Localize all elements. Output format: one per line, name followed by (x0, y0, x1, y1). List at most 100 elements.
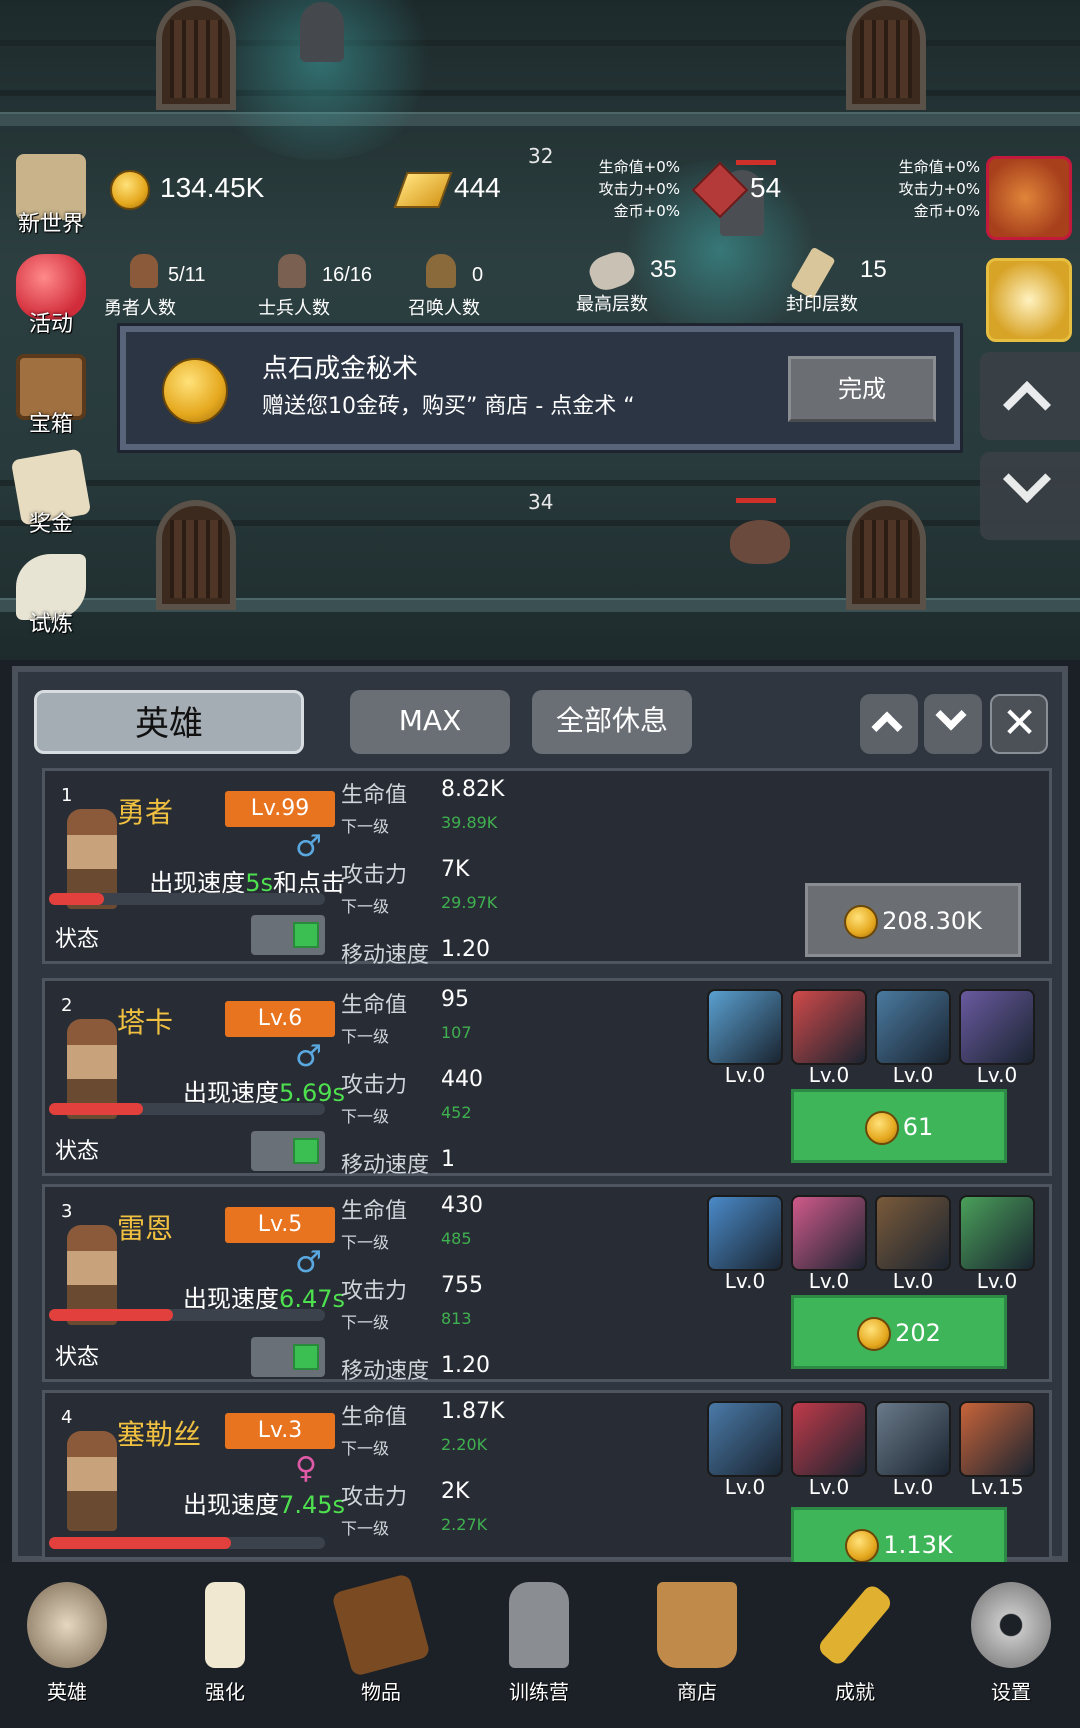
next-level-label: 下一级 (341, 897, 390, 916)
hero-card[interactable]: 4 塞勒丝 Lv.3 ♀ 出现速度7.45s 生命值 1.87K 下一级 2.20K 攻击力 2K 下… (42, 1390, 1052, 1581)
hp-next-value: 107 (441, 1023, 472, 1042)
side-menu-trial[interactable]: 试炼 (6, 550, 96, 637)
soldier-head-icon (278, 254, 306, 288)
skill-icon[interactable] (959, 989, 1035, 1065)
nav-settings[interactable]: 设置 (946, 1572, 1076, 1722)
gold-coin-icon (844, 905, 879, 939)
dungeon-door (156, 0, 236, 110)
gear-icon (971, 1582, 1051, 1668)
upgrade-button[interactable]: 61 (791, 1089, 1007, 1163)
scroll-down-button[interactable] (980, 452, 1080, 540)
upgrade-button[interactable]: 208.30K (805, 883, 1021, 957)
rest-all-button[interactable]: 全部休息 (532, 690, 692, 754)
skill-level: Lv.15 (970, 1475, 1024, 1499)
hp-label: 生命值 (341, 993, 408, 1018)
gold-bar-amount: 444 (454, 172, 501, 203)
max-button[interactable]: MAX (350, 690, 510, 754)
skill-icon[interactable] (875, 1195, 951, 1271)
gender-icon: ♂ (295, 829, 322, 864)
beer-mug-icon (657, 1582, 737, 1668)
enemy-hp-bar (736, 498, 776, 503)
skill-level: Lv.0 (976, 1063, 1018, 1087)
next-level-label: 下一级 (341, 817, 390, 836)
bonus-stats-right: 生命值+0% 攻击力+0% 金币+0% (898, 158, 980, 220)
skill-icon[interactable] (707, 989, 783, 1065)
floor-number: 34 (528, 490, 554, 514)
skill-level: Lv.0 (808, 1063, 850, 1087)
hp-value: 8.82K (441, 777, 505, 802)
skill-icon[interactable] (707, 1195, 783, 1271)
side-menu-events[interactable]: 活动 (6, 250, 96, 337)
hero-portrait: 4 塞勒丝 Lv.3 ♀ 出现速度7.45s (53, 1401, 349, 1531)
move-speed-label: 移动速度 (341, 943, 430, 968)
side-menu-chest[interactable]: 宝箱 (6, 350, 96, 437)
nav-training-camp[interactable]: 训练营 (474, 1572, 604, 1722)
atk-next-value: 29.97K (441, 893, 498, 912)
move-speed-label: 移动速度 (341, 1359, 430, 1384)
skill-level: Lv.0 (724, 1475, 766, 1499)
skill-level: Lv.0 (892, 1269, 934, 1293)
gold-coin-icon (857, 1317, 892, 1351)
gold-amount: 134.45K (160, 172, 265, 203)
tab-heroes[interactable]: 英雄 (34, 690, 304, 754)
nav-heroes[interactable]: 英雄 (2, 1572, 132, 1722)
atk-label: 攻击力 (341, 863, 408, 888)
nav-shop[interactable]: 商店 (632, 1572, 762, 1722)
skill-level: Lv.0 (892, 1063, 934, 1087)
nav-achievements[interactable]: 成就 (790, 1572, 920, 1722)
hero-name: 塔卡 (117, 1006, 174, 1039)
gold-coin-icon (864, 1111, 899, 1145)
skill-icon[interactable] (875, 989, 951, 1065)
skill-icon[interactable] (707, 1401, 783, 1477)
hero-hp-fill (49, 1537, 232, 1549)
hero-card[interactable]: 2 塔卡 Lv.6 ♂ 出现速度5.69s 状态 生命值 95 下一级 107 攻击力 440 下一级 4… (42, 978, 1052, 1178)
skill-icon[interactable] (959, 1195, 1035, 1271)
summon-count: 0 (472, 264, 484, 286)
status-toggle[interactable] (251, 915, 325, 955)
ghost-enemy-icon[interactable] (300, 2, 344, 62)
hero-index: 1 (61, 785, 73, 806)
move-speed-value: 1 (441, 1147, 455, 1172)
apple-item-icon[interactable] (986, 156, 1072, 240)
chevron-down-icon (1002, 454, 1052, 504)
soldier-count-label: 士兵人数 (258, 298, 330, 318)
quest-complete-button[interactable]: 完成 (788, 356, 936, 422)
next-level-label: 下一级 (341, 1313, 390, 1332)
skill-icon[interactable] (791, 989, 867, 1065)
collapse-up-button[interactable] (860, 694, 918, 754)
hero-card[interactable]: 1 勇者 Lv.99 ♂ 出现速度5s和点击 状态 生命值 8.82K 下一级 39.89K 攻击力… (42, 768, 1052, 968)
nav-items[interactable]: 物品 (316, 1572, 446, 1722)
nav-upgrade[interactable]: 强化 (160, 1572, 290, 1722)
hero-head-icon (130, 254, 158, 288)
key-icon (815, 1582, 895, 1668)
skill-icon[interactable] (791, 1195, 867, 1271)
skill-level: Lv.0 (976, 1269, 1018, 1293)
hero-portrait: 2 塔卡 Lv.6 ♂ 出现速度5.69s (53, 989, 349, 1119)
gem-amount: 54 (750, 172, 782, 203)
side-menu-new-world[interactable]: 新世界 (6, 150, 96, 237)
collapse-down-button[interactable] (924, 694, 982, 754)
side-menu-bonus[interactable]: 奖金 (6, 448, 96, 537)
skill-icon[interactable] (791, 1401, 867, 1477)
atk-label: 攻击力 (341, 1485, 408, 1510)
candle-item-icon[interactable] (986, 258, 1072, 342)
chevron-down-icon (935, 699, 967, 731)
status-label: 状态 (55, 927, 100, 952)
gender-icon: ♂ (295, 1039, 322, 1074)
atk-label: 攻击力 (341, 1073, 408, 1098)
skill-icon[interactable] (875, 1401, 951, 1477)
stone-icon (585, 247, 639, 295)
upgrade-button[interactable]: 202 (791, 1295, 1007, 1369)
next-level-label: 下一级 (341, 1233, 390, 1252)
skill-icon[interactable] (959, 1401, 1035, 1477)
hero-spawn-speed: 出现速度7.45s (183, 1491, 345, 1519)
status-toggle[interactable] (251, 1131, 325, 1171)
scroll-up-button[interactable] (980, 352, 1080, 440)
status-toggle[interactable] (251, 1337, 325, 1377)
hero-card[interactable]: 3 雷恩 Lv.5 ♂ 出现速度6.47s 状态 生命值 430 下一级 485 攻击力 755 下一级… (42, 1184, 1052, 1384)
bat-enemy-icon[interactable] (730, 520, 790, 564)
lantern-icon (509, 1582, 569, 1668)
hero-hp-fill (49, 893, 105, 905)
close-button[interactable]: ✕ (990, 694, 1048, 754)
summon-head-icon (426, 254, 456, 288)
